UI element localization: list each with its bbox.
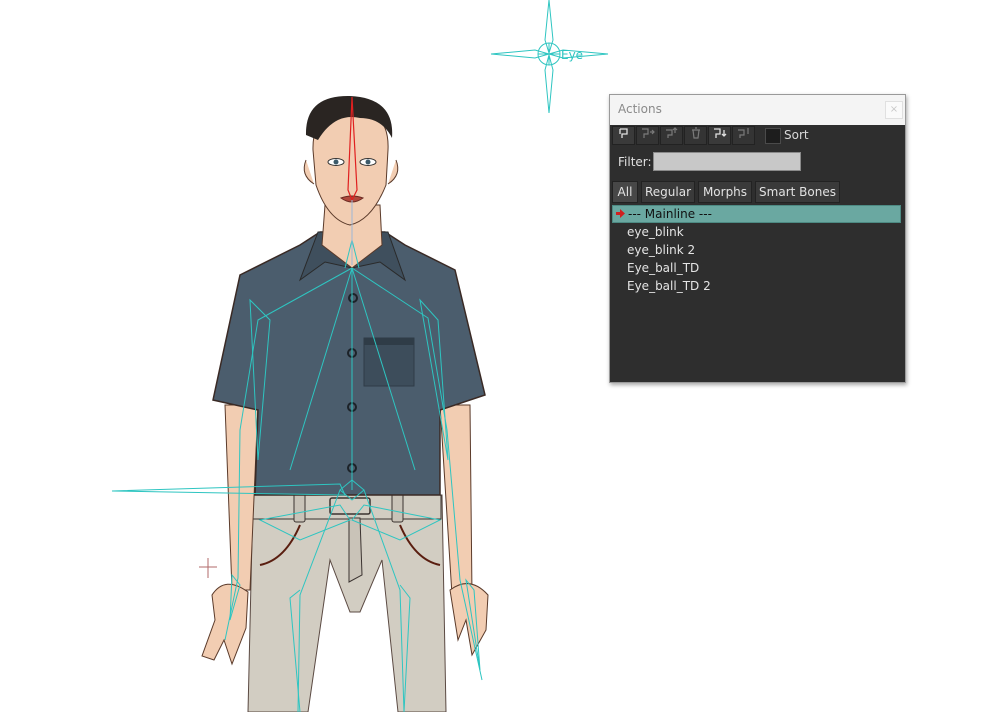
filter-label: Filter: [618, 155, 652, 169]
insert-reference-icon[interactable] [732, 126, 755, 145]
list-item-label: eye_blink [627, 225, 684, 239]
pivot-cross-icon[interactable] [199, 558, 217, 578]
list-item-mainline[interactable]: --- Mainline --- [612, 205, 901, 223]
tab-morphs[interactable]: Morphs [698, 181, 752, 203]
tab-regular[interactable]: Regular [641, 181, 695, 203]
list-item[interactable]: eye_blink [612, 223, 901, 241]
arrow-right-icon [616, 209, 625, 218]
panel-title: Actions [618, 102, 662, 116]
tab-smart-bones[interactable]: Smart Bones [755, 181, 840, 203]
duplicate-icon[interactable] [660, 126, 683, 145]
insert-copy-icon[interactable] [636, 126, 659, 145]
list-item-label: --- Mainline --- [628, 207, 712, 221]
list-item-label: Eye_ball_TD 2 [627, 279, 711, 293]
list-item[interactable]: Eye_ball_TD [612, 259, 901, 277]
close-button[interactable]: × [885, 101, 903, 119]
actions-panel: Actions × Sort Filter: All Regular Morph… [609, 94, 906, 383]
list-item-label: eye_blink 2 [627, 243, 696, 257]
tab-all[interactable]: All [612, 181, 638, 203]
panel-titlebar[interactable]: Actions × [610, 95, 905, 125]
delete-icon[interactable] [684, 126, 707, 145]
insert-action-icon[interactable] [708, 126, 731, 145]
list-item[interactable]: eye_blink 2 [612, 241, 901, 259]
new-action-icon[interactable] [612, 126, 635, 145]
actions-list: --- Mainline --- eye_blink eye_blink 2 E… [612, 205, 901, 379]
eye-target-control[interactable] [490, 0, 609, 114]
bone-label: Eye [561, 48, 583, 62]
sort-label: Sort [784, 128, 809, 142]
list-item-label: Eye_ball_TD [627, 261, 700, 275]
sort-checkbox[interactable] [765, 128, 781, 144]
list-item[interactable]: Eye_ball_TD 2 [612, 277, 901, 295]
filter-input[interactable] [653, 152, 801, 171]
pants [247, 489, 447, 712]
